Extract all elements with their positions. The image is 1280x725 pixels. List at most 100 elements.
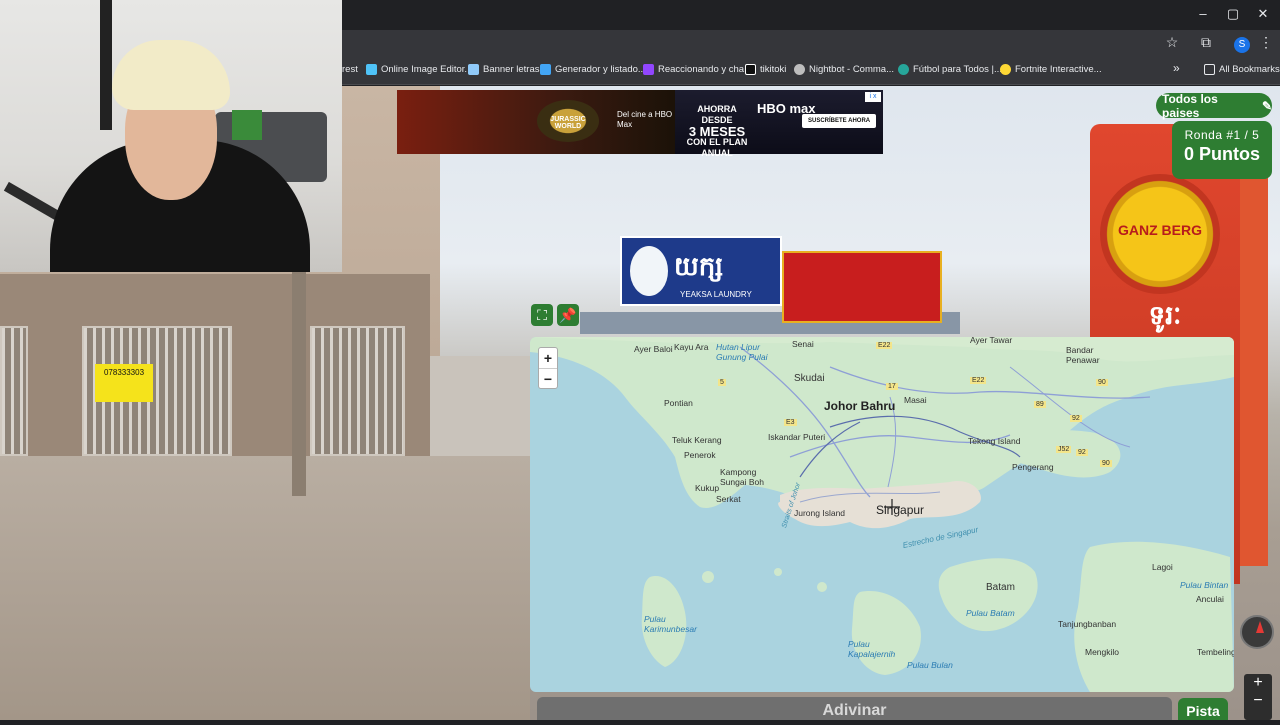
ad-offer: AHORRA DESDE 3 MESES CON EL PLAN ANUAL H… xyxy=(675,90,883,158)
laundry-emblem-icon xyxy=(630,246,668,296)
fortnite-icon xyxy=(1000,64,1011,75)
bookmark-item[interactable]: tikitoki xyxy=(745,64,786,75)
map-label: Singapur xyxy=(876,503,925,517)
bookmark-item[interactable]: Nightbot - Comma... xyxy=(794,64,894,75)
map-label: Johor Bahru xyxy=(824,399,896,413)
streetview-zoom-out-button[interactable]: − xyxy=(1244,692,1272,710)
map-label: Tekong Island xyxy=(968,436,1021,446)
hint-button[interactable]: Pista xyxy=(1178,698,1228,720)
minimize-button[interactable]: – xyxy=(1188,6,1218,21)
bookmark-item[interactable]: Fortnite Interactive... xyxy=(1000,64,1102,75)
bookmark-item[interactable]: Fútbol para Todos |... xyxy=(898,64,1002,75)
map-label: Iskandar Puteri xyxy=(768,432,826,442)
close-window-button[interactable]: ✕ xyxy=(1248,6,1278,22)
ad-price: AHORRA DESDE 3 MESES CON EL PLAN ANUAL xyxy=(686,104,748,158)
map-label: Tembeling xyxy=(1197,647,1234,657)
maximize-button[interactable]: ▢ xyxy=(1218,6,1248,22)
map-label: Anculai xyxy=(1196,594,1224,604)
map-label: Ayer Baloi xyxy=(634,344,673,354)
map-label: Jurong Island xyxy=(794,508,846,518)
map-label: Tanjungbanban xyxy=(1058,619,1117,629)
map-zoom-in-button[interactable]: + xyxy=(539,348,557,368)
road-badge: E3 xyxy=(784,419,797,426)
pencil-icon[interactable]: ✎ xyxy=(1262,99,1272,113)
ganzberg-logo-icon: GANZ BERG xyxy=(1100,174,1220,294)
guess-button[interactable]: Adivinar xyxy=(537,697,1172,720)
tiktok-icon xyxy=(745,64,756,75)
utility-pole xyxy=(292,266,306,496)
bookmarks-overflow-button[interactable]: » xyxy=(1173,61,1180,75)
bookmark-item[interactable]: Generador y listado... xyxy=(540,64,646,75)
bookmark-favicon-icon xyxy=(366,64,377,75)
star-icon[interactable]: ☆ xyxy=(1161,34,1183,51)
country-filter-pill[interactable]: Todos los paises ✎ xyxy=(1156,91,1272,120)
map-label: Pulau Batam xyxy=(966,608,1015,618)
expand-map-icon[interactable]: ⛶ xyxy=(531,304,553,326)
road-badge: 92 xyxy=(1070,415,1082,422)
shop-gate xyxy=(310,326,405,456)
road-badge: E22 xyxy=(970,377,987,384)
map-label: Serkat xyxy=(716,494,741,504)
laundry-sign: យក្ស YEAKSA LAUNDRY xyxy=(620,236,782,306)
road-badge: J52 xyxy=(1056,446,1072,453)
map-label: Ayer Tawar xyxy=(970,337,1013,345)
map-zoom-control: + − xyxy=(538,347,558,389)
all-bookmarks-button[interactable]: All Bookmarks xyxy=(1204,64,1280,75)
streetview-zoom-in-button[interactable]: + xyxy=(1244,674,1272,692)
ad-close-button[interactable]: i x xyxy=(865,92,881,102)
menu-icon[interactable]: ⋮ xyxy=(1255,34,1277,51)
road-badge: 92 xyxy=(1076,449,1088,456)
webcam-overlay xyxy=(0,0,342,272)
map-label: Pulau Karimunbesar xyxy=(644,614,697,634)
map-label: Pontian xyxy=(664,398,693,408)
profile-avatar[interactable]: S xyxy=(1234,37,1250,53)
guess-map[interactable]: + − Ayer Baloi Kayu Ara Hutan Lipur Gunu… xyxy=(530,337,1234,692)
ad-subscribe-button[interactable]: SUSCRÍBETE AHORA xyxy=(802,114,877,128)
twitch-icon xyxy=(643,64,654,75)
webcam-background-shelf xyxy=(232,110,262,140)
folder-icon xyxy=(1204,64,1215,75)
map-label: Bandar Penawar xyxy=(1066,345,1100,365)
map-label: Mengkilo xyxy=(1085,647,1120,657)
streamer-hair xyxy=(112,40,230,110)
points-label: 0 Puntos xyxy=(1183,144,1260,164)
road xyxy=(0,456,530,720)
round-score-panel: Ronda #1 / 5 0 Puntos xyxy=(1172,121,1272,179)
map-label: Senai xyxy=(792,339,814,349)
bookmark-item[interactable]: rest xyxy=(342,64,358,75)
map-label: Kukup xyxy=(695,483,720,493)
sign-post xyxy=(1240,146,1268,566)
map-label: Masai xyxy=(904,395,927,405)
bookmark-item[interactable]: Banner letras xyxy=(468,64,540,75)
map-zoom-out-button[interactable]: − xyxy=(539,368,557,388)
road-badge: 90 xyxy=(1096,379,1108,386)
wall xyxy=(430,356,530,466)
ad-banner[interactable]: JURASSIC WORLD Del cine a HBO Max AHORRA… xyxy=(397,90,883,158)
map-label: Pulau Bintan xyxy=(1180,580,1229,590)
compass-icon[interactable] xyxy=(1240,615,1274,649)
road-badge: E22 xyxy=(876,342,893,349)
nightbot-icon xyxy=(794,64,805,75)
map-tools: ⛶ 📌 xyxy=(531,304,579,326)
laundry-sign-title: យក្ស xyxy=(674,252,724,282)
map-label: Pulau Bulan xyxy=(907,660,953,670)
country-filter-label: Todos los paises xyxy=(1162,91,1218,120)
map-label: Teluk Kerang xyxy=(672,435,722,445)
bookmark-item[interactable]: Reaccionando y cha... xyxy=(643,64,752,75)
map-label: Pulau Kapalajernih xyxy=(848,639,896,659)
extensions-icon[interactable]: ⧉ xyxy=(1195,34,1217,51)
ad-tagline: Del cine a HBO Max xyxy=(617,110,673,129)
map-label: Hutan Lipur Gunung Pulai xyxy=(716,342,768,362)
bookmark-favicon-icon xyxy=(898,64,909,75)
map-label: Kampong Sungai Boh xyxy=(720,467,764,487)
pin-map-icon[interactable]: 📌 xyxy=(557,304,579,326)
laundry-sign-subtitle: YEAKSA LAUNDRY xyxy=(680,290,752,299)
tower-khmer-text: ទូរៈ xyxy=(1148,301,1182,331)
road-badge: 89 xyxy=(1034,401,1046,408)
road-badge: 90 xyxy=(1100,460,1112,467)
bookmark-item[interactable]: Online Image Editor... xyxy=(366,64,472,75)
map-label: Skudai xyxy=(794,373,825,384)
bookmark-favicon-icon xyxy=(468,64,479,75)
streetview-zoom-control: + − xyxy=(1244,674,1272,720)
ad-movie-art: JURASSIC WORLD Del cine a HBO Max xyxy=(397,90,675,154)
